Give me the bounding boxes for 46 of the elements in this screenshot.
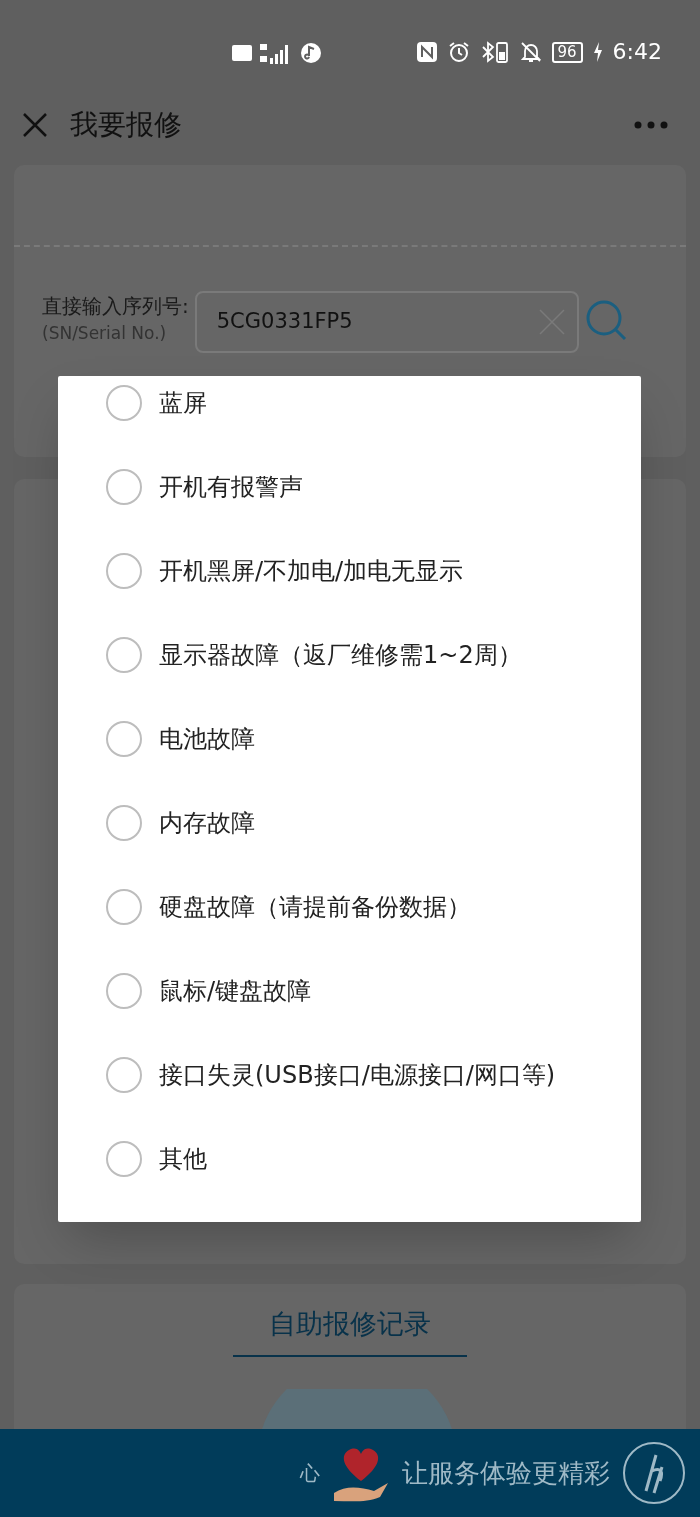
option-label: 电池故障 <box>159 724 255 755</box>
radio-option[interactable]: 接口失灵(USB接口/电源接口/网口等) <box>58 1033 641 1117</box>
option-label: 接口失灵(USB接口/电源接口/网口等) <box>159 1060 556 1091</box>
nfc-icon <box>415 41 438 63</box>
charging-icon <box>592 42 603 62</box>
option-label: 鼠标/键盘故障 <box>159 976 312 1007</box>
option-label: 硬盘故障（请提前备份数据） <box>159 892 471 923</box>
clock-time: 6:42 <box>612 41 662 63</box>
bluetooth-battery-icon <box>479 40 510 64</box>
close-icon[interactable] <box>22 112 48 138</box>
radio-button[interactable] <box>106 469 142 505</box>
banner-lead: 心 <box>300 1460 320 1487</box>
option-label: 开机有报警声 <box>159 472 303 503</box>
option-label: 内存故障 <box>159 808 255 839</box>
banner-slogan: 让服务体验更精彩 <box>402 1456 610 1490</box>
radio-option[interactable]: 鼠标/键盘故障 <box>58 949 641 1033</box>
option-label: 蓝屏 <box>159 388 207 419</box>
search-icon[interactable] <box>584 299 629 343</box>
more-icon[interactable] <box>634 121 668 129</box>
radio-option[interactable]: 显示器故障（返厂维修需1~2周） <box>58 613 641 697</box>
option-label: 开机黑屏/不加电/加电无显示 <box>159 556 464 587</box>
music-icon <box>300 42 322 64</box>
page-title: 我要报修 <box>70 107 182 143</box>
radio-option[interactable]: 电池故障 <box>58 697 641 781</box>
serial-label: 直接输入序列号: <box>42 293 189 320</box>
radio-button[interactable] <box>106 1057 142 1093</box>
hp-logo-icon <box>622 1441 686 1505</box>
radio-button[interactable] <box>106 1141 142 1177</box>
radio-button[interactable] <box>106 973 142 1009</box>
radio-button[interactable] <box>106 553 142 589</box>
alarm-icon <box>447 41 470 63</box>
radio-button[interactable] <box>106 889 142 925</box>
radio-option[interactable]: 开机黑屏/不加电/加电无显示 <box>58 529 641 613</box>
radio-button[interactable] <box>106 805 142 841</box>
radio-option[interactable]: 内存故障 <box>58 781 641 865</box>
battery-level: 96 <box>551 41 583 63</box>
radio-button[interactable] <box>106 637 142 673</box>
radio-option[interactable]: 蓝屏 <box>58 376 641 445</box>
option-label: 其他 <box>159 1144 207 1175</box>
radio-option[interactable]: 开机有报警声 <box>58 445 641 529</box>
radio-option[interactable]: 硬盘故障（请提前备份数据） <box>58 865 641 949</box>
radio-option[interactable]: 其他 <box>58 1117 641 1201</box>
radio-button[interactable] <box>106 721 142 757</box>
bell-off-icon <box>519 41 542 63</box>
radio-button[interactable] <box>106 385 142 421</box>
option-label: 显示器故障（返厂维修需1~2周） <box>159 640 522 671</box>
